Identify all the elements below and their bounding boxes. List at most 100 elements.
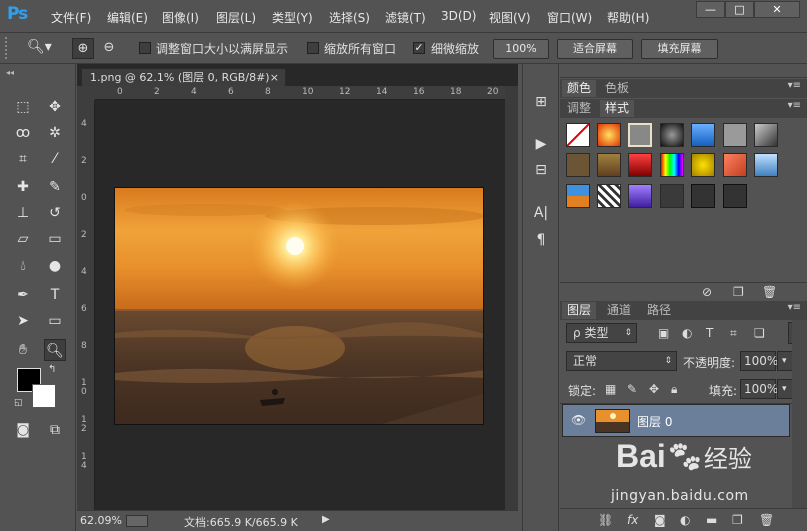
lock-image-icon[interactable]: ✎: [627, 382, 637, 396]
default-colors-icon[interactable]: ◱: [14, 398, 23, 408]
menu-filter[interactable]: 滤镜(T): [385, 9, 426, 26]
style-swatch[interactable]: [754, 153, 778, 177]
lock-transparent-icon[interactable]: ▦: [605, 382, 616, 396]
character-panel-icon[interactable]: A|: [531, 203, 551, 223]
quick-mask-icon[interactable]: ◙: [12, 419, 34, 441]
history-brush-tool-icon[interactable]: ↺: [44, 202, 66, 224]
layer-style-icon[interactable]: fx: [627, 513, 638, 527]
minimize-button[interactable]: —: [696, 1, 725, 18]
layer-name[interactable]: 图层 0: [637, 413, 672, 430]
eyedropper-tool-icon[interactable]: ⁄: [44, 148, 66, 170]
style-swatch[interactable]: [628, 184, 652, 208]
add-mask-icon[interactable]: ◙: [654, 513, 666, 527]
fit-screen-button[interactable]: 适合屏幕: [557, 39, 633, 59]
zoom-tool-icon[interactable]: 🔍︎▾: [27, 39, 52, 55]
menu-help[interactable]: 帮助(H): [607, 9, 649, 26]
pen-tool-icon[interactable]: ✒: [12, 284, 34, 306]
document-tab[interactable]: 1.png @ 62.1% (图层 0, RGB/8#) ×: [81, 68, 286, 87]
visibility-eye-icon[interactable]: 👁︎: [571, 413, 586, 427]
magic-wand-tool-icon[interactable]: ✲: [44, 122, 66, 144]
tab-paths[interactable]: 路径: [642, 302, 676, 319]
lock-all-icon[interactable]: 🔒︎: [671, 382, 677, 396]
vertical-scrollbar[interactable]: [505, 86, 518, 510]
swap-colors-icon[interactable]: ↰: [48, 364, 56, 375]
style-swatch[interactable]: [628, 123, 652, 147]
type-tool-icon[interactable]: T: [44, 284, 66, 306]
tab-layers[interactable]: 图层: [562, 302, 597, 319]
paragraph-panel-icon[interactable]: ¶: [531, 230, 551, 250]
new-style-icon[interactable]: ❐: [733, 285, 744, 299]
fill-input[interactable]: 100%: [740, 379, 778, 399]
layer-row[interactable]: 👁︎ 图层 0: [562, 404, 790, 437]
marquee-tool-icon[interactable]: ⬚: [12, 96, 34, 118]
style-swatch[interactable]: [597, 123, 621, 147]
link-layers-icon[interactable]: ⛓︎: [598, 513, 613, 527]
style-swatch[interactable]: [723, 184, 747, 208]
opacity-input[interactable]: 100%: [740, 351, 778, 371]
filter-adjustment-icon[interactable]: ◐: [682, 326, 692, 340]
style-swatch-none[interactable]: [566, 123, 590, 147]
eraser-tool-icon[interactable]: ▱: [12, 228, 34, 250]
status-preview-icon[interactable]: [126, 515, 148, 527]
menu-select[interactable]: 选择(S): [329, 9, 370, 26]
clone-stamp-tool-icon[interactable]: ⊥: [12, 202, 34, 224]
zoom-in-icon[interactable]: ⊕: [72, 38, 94, 59]
fill-screen-button[interactable]: 填充屏幕: [641, 39, 718, 59]
lasso-tool-icon[interactable]: ꝏ: [12, 122, 34, 144]
zoom-100-button[interactable]: 100%: [493, 39, 549, 59]
resize-windows-checkbox[interactable]: [139, 42, 151, 54]
rectangle-tool-icon[interactable]: ▭: [44, 310, 66, 332]
tab-swatches[interactable]: 色板: [600, 80, 634, 97]
scrubby-zoom-checkbox[interactable]: ✓: [413, 42, 425, 54]
history-panel-icon[interactable]: ⊞: [531, 92, 551, 112]
tab-color[interactable]: 颜色: [562, 80, 597, 97]
background-color-swatch[interactable]: [32, 384, 56, 408]
style-swatch[interactable]: [691, 123, 715, 147]
hand-tool-icon[interactable]: ✋︎: [12, 339, 34, 361]
maximize-button[interactable]: □: [725, 1, 754, 18]
style-swatch[interactable]: [754, 123, 778, 147]
brush-tool-icon[interactable]: ✎: [44, 176, 66, 198]
style-swatch[interactable]: [691, 184, 715, 208]
panel-menu-icon[interactable]: ▾≡: [788, 100, 801, 111]
menu-type[interactable]: 类型(Y): [272, 9, 313, 26]
style-swatch[interactable]: [566, 184, 590, 208]
gradient-tool-icon[interactable]: ▭: [44, 228, 66, 250]
menu-view[interactable]: 视图(V): [489, 9, 531, 26]
path-selection-tool-icon[interactable]: ➤: [12, 310, 34, 332]
lock-position-icon[interactable]: ✥: [649, 382, 659, 396]
tab-adjustments[interactable]: 调整: [562, 100, 596, 117]
move-tool-icon[interactable]: ✥: [44, 96, 66, 118]
menu-3d[interactable]: 3D(D): [441, 9, 476, 23]
actions-panel-icon[interactable]: ▶: [531, 134, 551, 154]
filter-smart-object-icon[interactable]: ❏: [754, 326, 765, 340]
style-swatch[interactable]: [660, 184, 684, 208]
dodge-tool-icon[interactable]: ●: [44, 255, 66, 277]
zoom-tool-active-icon[interactable]: 🔍︎: [44, 339, 66, 361]
style-swatch[interactable]: [566, 153, 590, 177]
healing-brush-tool-icon[interactable]: ✚: [12, 176, 34, 198]
filter-type-icon[interactable]: T: [706, 326, 713, 340]
clear-style-icon[interactable]: ⊘: [702, 285, 712, 299]
menu-image[interactable]: 图像(I): [162, 9, 199, 26]
style-swatch[interactable]: [723, 153, 747, 177]
status-menu-arrow-icon[interactable]: ▶: [322, 514, 330, 525]
properties-panel-icon[interactable]: ⊟: [531, 160, 551, 180]
delete-layer-icon[interactable]: 🗑︎: [759, 513, 774, 527]
style-swatch[interactable]: [597, 184, 621, 208]
style-swatch[interactable]: [628, 153, 652, 177]
crop-tool-icon[interactable]: ⌗: [12, 148, 34, 170]
style-swatch[interactable]: [660, 153, 684, 177]
zoom-all-windows-checkbox[interactable]: [307, 42, 319, 54]
close-tab-icon[interactable]: ×: [270, 69, 279, 86]
menu-edit[interactable]: 编辑(E): [107, 9, 148, 26]
new-group-icon[interactable]: ▬: [706, 513, 717, 527]
zoom-level[interactable]: 62.09%: [80, 514, 122, 527]
style-swatch[interactable]: [723, 123, 747, 147]
menu-window[interactable]: 窗口(W): [547, 9, 592, 26]
adjustment-layer-icon[interactable]: ◐: [680, 513, 690, 527]
filter-shape-icon[interactable]: ⌗: [730, 326, 737, 340]
collapse-arrows-icon[interactable]: ◂◂: [6, 68, 14, 77]
canvas-image[interactable]: [114, 187, 484, 425]
menu-layer[interactable]: 图层(L): [216, 9, 256, 26]
